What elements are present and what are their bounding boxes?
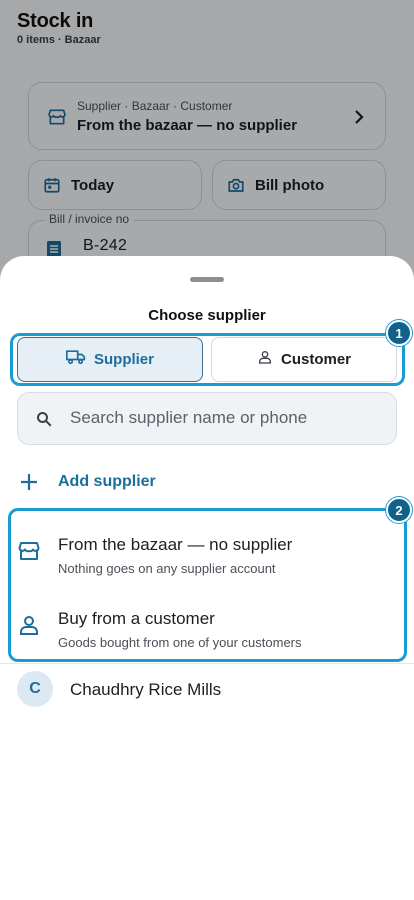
option-buy-from-customer[interactable]: Buy from a customer Goods bought from on… bbox=[0, 593, 414, 659]
person-icon bbox=[257, 349, 273, 370]
option-title: From the bazaar — no supplier bbox=[58, 535, 293, 554]
annotation-marker-2: 2 bbox=[386, 497, 412, 523]
tab-customer[interactable]: Customer bbox=[211, 337, 397, 382]
supplier-name: Chaudhry Rice Mills bbox=[70, 680, 222, 699]
search-icon bbox=[35, 410, 53, 433]
truck-icon bbox=[65, 349, 86, 370]
option-bazaar-no-supplier[interactable]: From the bazaar — no supplier Nothing go… bbox=[0, 519, 414, 585]
sheet-title: Choose supplier bbox=[148, 307, 266, 324]
search-input[interactable] bbox=[70, 393, 388, 443]
tab-supplier-label: Supplier bbox=[93, 351, 154, 368]
tab-supplier[interactable]: Supplier bbox=[17, 337, 203, 382]
add-supplier-label: Add supplier bbox=[58, 473, 156, 490]
choose-supplier-sheet: Choose supplier Supplier Customer Search… bbox=[0, 256, 414, 900]
option-title: Buy from a customer bbox=[58, 609, 215, 628]
add-supplier-button[interactable]: Add supplier bbox=[17, 468, 156, 496]
option-subtitle: Goods bought from one of your customers bbox=[58, 635, 302, 650]
supplier-search bbox=[17, 392, 397, 445]
option-subtitle: Nothing goes on any supplier account bbox=[58, 561, 276, 576]
avatar: C bbox=[17, 671, 53, 707]
drag-handle[interactable] bbox=[190, 277, 224, 282]
tab-customer-label: Customer bbox=[280, 351, 351, 368]
divider bbox=[0, 663, 414, 664]
supplier-list-item[interactable]: C Chaudhry Rice Mills bbox=[0, 670, 414, 714]
annotation-marker-1: 1 bbox=[386, 320, 412, 346]
plus-icon bbox=[17, 470, 41, 494]
store-icon bbox=[17, 539, 41, 568]
person-icon bbox=[17, 613, 41, 642]
